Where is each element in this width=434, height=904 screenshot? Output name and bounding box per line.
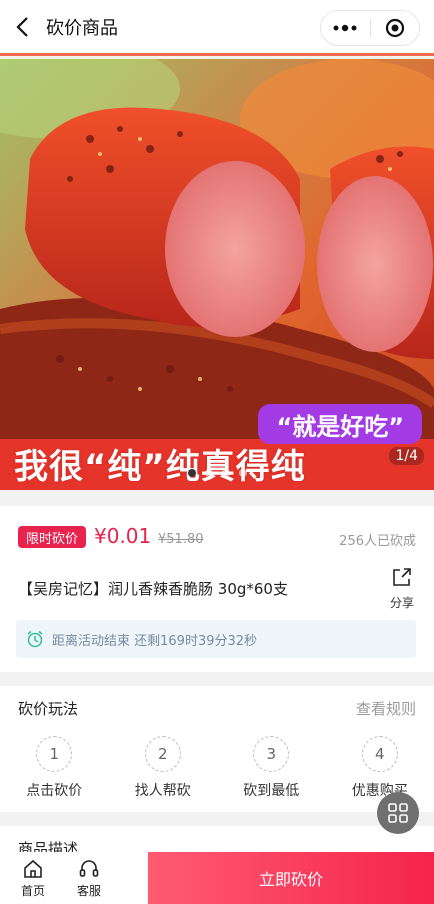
bottom-action-bar: 首页 客服 立即砍价: [0, 852, 434, 904]
product-image-carousel[interactable]: “就是好吃” 我很“纯”纯真得纯 1/4: [0, 59, 434, 490]
section-title: 砍价玩法: [18, 700, 79, 718]
carousel-dot[interactable]: [188, 469, 196, 477]
close-mini-program-button[interactable]: [371, 11, 420, 45]
original-price: ¥51.80: [158, 532, 204, 547]
step-item: 4 优惠购买: [326, 736, 434, 800]
more-button[interactable]: [321, 11, 370, 45]
home-button[interactable]: 首页: [10, 852, 56, 904]
step-label: 砍到最低: [243, 783, 300, 799]
step-label: 找人帮砍: [134, 783, 191, 799]
step-number: 2: [144, 736, 181, 772]
share-button[interactable]: 分享: [386, 566, 418, 611]
hero-overlay-text: 我很“纯”纯真得纯: [14, 447, 306, 487]
page-title: 砍价商品: [46, 17, 118, 39]
back-button[interactable]: [0, 0, 46, 55]
bargain-count: 256人已砍成: [339, 534, 416, 549]
share-label: 分享: [389, 596, 414, 610]
bargain-now-button[interactable]: 立即砍价: [148, 852, 434, 904]
view-rules-link[interactable]: 查看规则: [356, 698, 416, 719]
product-name: 【吴房记忆】润儿香辣香脆肠 30g*60支: [18, 580, 288, 598]
step-number: 1: [36, 736, 73, 772]
carousel-dots: [188, 469, 247, 477]
carousel-dot[interactable]: [222, 469, 230, 477]
limited-bargain-tag: 限时砍价: [18, 526, 87, 548]
target-close-icon: [385, 18, 404, 38]
step-item: 2 找人帮砍: [109, 736, 218, 800]
step-item: 1 点击砍价: [0, 736, 109, 800]
product-info-card: 限时砍价 ¥0.01 ¥51.80 256人已砍成 【吴房记忆】润儿香辣香脆肠 …: [0, 506, 434, 672]
carousel-dot[interactable]: [205, 469, 213, 477]
bargain-rules-card: 砍价玩法 查看规则 1 点击砍价 2 找人帮砍 3 砍到最低 4 优惠购买: [0, 686, 434, 812]
countdown-text: 距离活动结束 还剩169时39分32秒: [52, 633, 258, 649]
alarm-clock-icon: [27, 630, 43, 648]
step-item: 3 砍到最低: [217, 736, 326, 800]
service-label: 客服: [76, 883, 101, 898]
image-counter: 1/4: [389, 447, 424, 465]
share-icon: [393, 568, 411, 586]
current-price: ¥0.01: [94, 524, 152, 548]
customer-service-button[interactable]: 客服: [66, 852, 112, 904]
mini-program-capsule: [320, 10, 420, 46]
step-number: 3: [253, 736, 290, 772]
more-dots-icon: [333, 24, 357, 32]
slogan-badge: “就是好吃”: [258, 404, 422, 444]
step-number: 4: [361, 736, 398, 772]
step-label: 点击砍价: [26, 783, 83, 799]
home-label: 首页: [20, 883, 45, 898]
grid-icon: [388, 803, 408, 823]
headset-icon: [79, 859, 99, 877]
navigation-bar: 砍价商品: [0, 0, 434, 56]
bargain-steps: 1 点击砍价 2 找人帮砍 3 砍到最低 4 优惠购买: [0, 736, 434, 800]
floating-menu-button[interactable]: [377, 792, 419, 834]
countdown-banner: 距离活动结束 还剩169时39分32秒: [16, 620, 416, 658]
chevron-left-icon: [16, 16, 28, 37]
carousel-dot[interactable]: [239, 469, 247, 477]
home-icon: [24, 859, 42, 878]
